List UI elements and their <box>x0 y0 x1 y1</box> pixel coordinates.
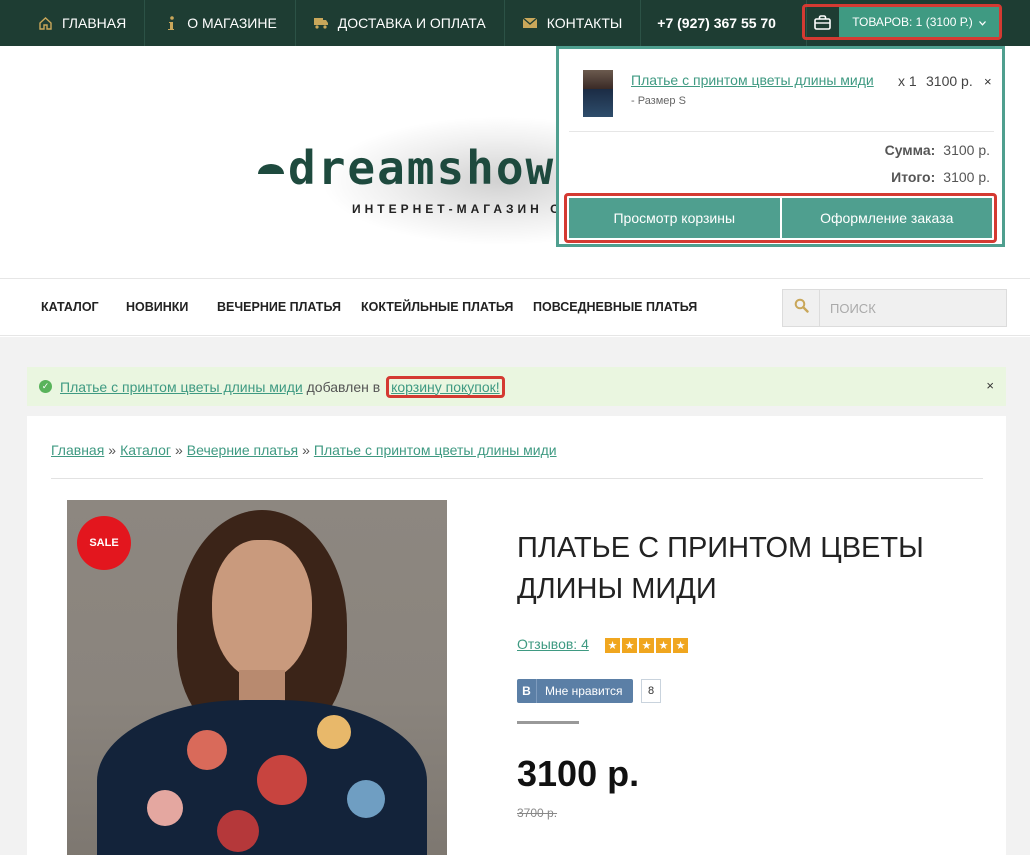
alert-text: добавлен в <box>302 378 385 395</box>
alert-cart-link[interactable]: корзину покупок! <box>386 375 505 398</box>
cart-actions-frame: Просмотр корзины Оформление заказа <box>564 193 997 243</box>
image-flower <box>187 730 227 770</box>
cart-total-row: Итого: 3100 р. <box>891 169 990 185</box>
cart-sum-label: Сумма: <box>884 142 936 158</box>
cart-widget: ТОВАРОВ: 1 (3100 Р.) <box>795 0 1025 46</box>
nav-contacts[interactable]: КОНТАКТЫ <box>505 0 642 46</box>
site-logo[interactable]: dreamshow <box>288 141 555 195</box>
product-old-price: 3700 р. <box>517 806 558 820</box>
logo-leaf-icon <box>258 164 284 174</box>
chevron-down-icon <box>978 15 986 29</box>
image-flower <box>257 755 307 805</box>
nav-delivery[interactable]: ДОСТАВКА И ОПЛАТА <box>296 0 505 46</box>
nav-home[interactable]: ГЛАВНАЯ <box>0 0 146 46</box>
checkout-button[interactable]: Оформление заказа <box>781 198 992 238</box>
rating-stars: ★ ★ ★ ★ ★ <box>605 638 688 653</box>
image-flower <box>347 780 385 818</box>
nav-about-label: О МАГАЗИНЕ <box>187 15 277 31</box>
envelope-icon <box>523 16 538 31</box>
catnav-evening-dresses[interactable]: ВЕЧЕРНИЕ ПЛАТЬЯ <box>217 300 341 314</box>
cart-divider <box>569 131 994 132</box>
info-icon <box>163 15 178 31</box>
cart-item-price: 3100 р. <box>926 73 973 89</box>
star-icon: ★ <box>673 638 688 653</box>
cart-toggle-button[interactable]: ТОВАРОВ: 1 (3100 Р.) <box>839 7 999 37</box>
vk-like-count: 8 <box>641 679 661 703</box>
breadcrumb-evening-dresses[interactable]: Вечерние платья <box>187 442 298 458</box>
star-icon: ★ <box>605 638 620 653</box>
star-icon: ★ <box>622 638 637 653</box>
truck-icon <box>313 16 329 31</box>
product-content: Главная» Каталог» Вечерние платья» Платье с… <box>27 416 1006 855</box>
cart-sum-value: 3100 р. <box>943 142 990 158</box>
alert-product-link[interactable]: Платье с принтом цветы длины миди <box>60 379 303 395</box>
star-icon: ★ <box>639 638 654 653</box>
breadcrumb-separator: » <box>108 442 117 458</box>
cart-dropdown: Платье с принтом цветы длины миди x 1 31… <box>556 46 1005 247</box>
search-button[interactable] <box>783 290 820 326</box>
breadcrumb-catalog[interactable]: Каталог <box>120 442 171 458</box>
cart-sum-row: Сумма: 3100 р. <box>885 142 990 158</box>
nav-contacts-label: КОНТАКТЫ <box>546 15 623 31</box>
search-icon <box>794 298 809 318</box>
nav-about[interactable]: О МАГАЗИНЕ <box>145 0 296 46</box>
remove-item-icon[interactable]: × <box>984 74 992 89</box>
price-divider <box>517 721 579 724</box>
catnav-cocktail-dresses[interactable]: КОКТЕЙЛЬНЫЕ ПЛАТЬЯ <box>361 300 513 314</box>
view-cart-button[interactable]: Просмотр корзины <box>569 198 780 238</box>
image-flower <box>217 810 259 852</box>
vk-like-label: Мне нравится <box>545 684 623 698</box>
image-flower <box>317 715 351 749</box>
breadcrumb-home[interactable]: Главная <box>51 442 104 458</box>
top-navigation-bar: ГЛАВНАЯ О МАГАЗИНЕ ДОСТАВКА И ОПЛАТА КОН… <box>0 0 1030 46</box>
cart-highlight-frame: ТОВАРОВ: 1 (3100 Р.) <box>802 4 1002 40</box>
phone-number[interactable]: +7 (927) 367 55 70 <box>641 0 807 46</box>
product-title: ПЛАТЬЕ С ПРИНТОМ ЦВЕТЫ ДЛИНЫ МИДИ <box>517 532 924 605</box>
cart-summary-label: ТОВАРОВ: 1 (3100 Р.) <box>852 15 973 29</box>
nav-home-label: ГЛАВНАЯ <box>62 15 127 31</box>
vk-like-button[interactable]: В Мне нравится <box>517 679 633 703</box>
cart-item-thumbnail[interactable] <box>583 70 613 117</box>
search-box <box>782 289 1007 327</box>
catnav-new[interactable]: НОВИНКИ <box>126 300 188 314</box>
breadcrumb-separator: » <box>175 442 183 458</box>
search-input[interactable] <box>820 290 1006 326</box>
breadcrumb-separator: » <box>302 442 310 458</box>
cart-total-label: Итого: <box>891 169 936 185</box>
product-price: 3100 р. <box>517 753 640 794</box>
sale-badge: SALE <box>77 516 131 570</box>
cart-item-option: - Размер S <box>631 95 686 107</box>
nav-delivery-label: ДОСТАВКА И ОПЛАТА <box>337 15 486 31</box>
reviews-link[interactable]: Отзывов: 4 <box>517 636 589 652</box>
close-icon[interactable]: × <box>986 378 994 393</box>
image-flower <box>147 790 183 826</box>
cart-item: Платье с принтом цветы длины миди x 1 31… <box>579 67 999 122</box>
cart-item-name[interactable]: Платье с принтом цветы длины миди <box>631 72 874 88</box>
cart-total-value: 3100 р. <box>943 169 990 185</box>
shopping-bag-icon <box>805 7 839 37</box>
image-face <box>212 540 312 680</box>
home-icon <box>38 16 53 31</box>
category-navigation: КАТАЛОГ НОВИНКИ ВЕЧЕРНИЕ ПЛАТЬЯ КОКТЕЙЛЬ… <box>0 278 1030 336</box>
success-alert: ✓ Платье с принтом цветы длины миди доба… <box>27 367 1006 406</box>
catnav-catalog[interactable]: КАТАЛОГ <box>41 300 99 314</box>
cart-item-quantity: x 1 <box>898 73 917 89</box>
check-circle-icon: ✓ <box>39 380 52 393</box>
breadcrumb: Главная» Каталог» Вечерние платья» Платье с… <box>51 442 557 458</box>
breadcrumb-divider <box>51 478 983 479</box>
breadcrumb-current[interactable]: Платье с принтом цветы длины миди <box>314 442 557 458</box>
catnav-casual-dresses[interactable]: ПОВСЕДНЕВНЫЕ ПЛАТЬЯ <box>533 300 697 314</box>
star-icon: ★ <box>656 638 671 653</box>
vk-logo-icon: В <box>517 679 537 703</box>
